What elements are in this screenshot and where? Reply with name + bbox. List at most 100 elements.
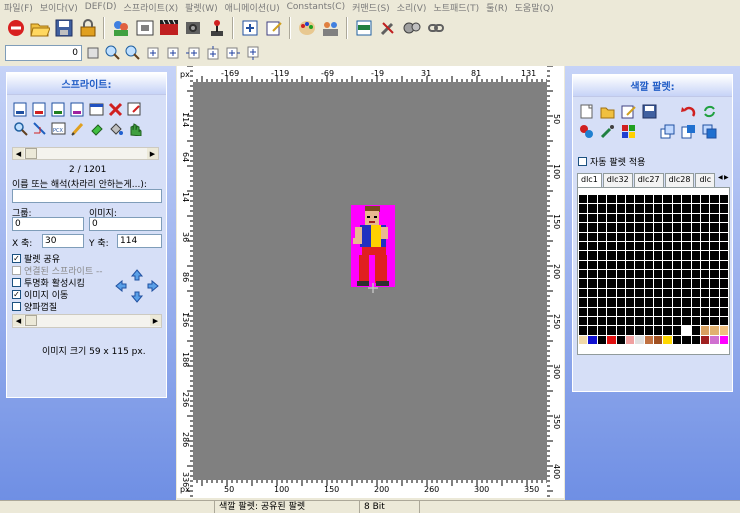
palette-swatch[interactable] <box>719 195 728 204</box>
plus-left-icon[interactable] <box>184 44 202 62</box>
palette-swatch[interactable] <box>607 204 616 213</box>
palette-swatch[interactable] <box>682 251 691 260</box>
palette-swatch[interactable] <box>616 260 625 269</box>
color-swatches-icon[interactable] <box>620 123 637 140</box>
palette-swatch[interactable] <box>691 195 700 204</box>
palette-swatch[interactable] <box>616 270 625 279</box>
plus-down-icon[interactable] <box>244 44 262 62</box>
palette-swatch[interactable] <box>710 260 719 269</box>
palette-swatch[interactable] <box>663 298 672 307</box>
palette-swatch[interactable] <box>597 251 607 260</box>
x-axis-input[interactable]: 30 <box>42 234 84 248</box>
palette-swatch[interactable] <box>597 326 607 335</box>
palette-swatch[interactable] <box>672 326 682 335</box>
palette-swatch[interactable] <box>635 204 644 213</box>
save-icon[interactable] <box>52 17 75 40</box>
palette-swatch[interactable] <box>654 204 663 213</box>
palette-tab[interactable]: dlc28 <box>664 173 695 187</box>
menu-item[interactable]: 보이다(V) <box>40 1 78 14</box>
palette-swatch[interactable] <box>691 213 700 223</box>
palette-swatch[interactable] <box>579 326 588 335</box>
palette-swatch[interactable] <box>682 307 691 316</box>
palette-swatch[interactable] <box>579 279 588 288</box>
palette-tab[interactable]: dlc32 <box>602 173 633 187</box>
palette-tab[interactable]: dlc <box>695 173 716 187</box>
import-sprite-icon[interactable] <box>50 101 67 118</box>
palette-tab[interactable]: dlc1 <box>577 173 602 188</box>
palette-swatch[interactable] <box>579 241 588 251</box>
palette-swatch[interactable] <box>663 316 672 326</box>
palette-swatch[interactable] <box>579 260 588 269</box>
palette-swatch[interactable] <box>597 195 607 204</box>
palette-swatch[interactable] <box>691 288 700 298</box>
scroll-left-icon[interactable]: ◀ <box>13 315 24 326</box>
palette-swatch[interactable] <box>700 307 710 316</box>
palette-swatch[interactable] <box>644 307 653 316</box>
palette-swatch[interactable] <box>691 279 700 288</box>
palette-swatch[interactable] <box>710 232 719 241</box>
menu-item[interactable]: 애니메이션(U) <box>225 1 280 14</box>
palette-swatch[interactable] <box>625 307 635 316</box>
palette-swatch[interactable] <box>663 241 672 251</box>
palette-swatch[interactable] <box>597 241 607 251</box>
palette-swatch[interactable] <box>700 335 710 344</box>
palette-swatch[interactable] <box>597 298 607 307</box>
palette-swatch[interactable] <box>625 232 635 241</box>
palette-swatch[interactable] <box>654 288 663 298</box>
palette-swatch[interactable] <box>672 307 682 316</box>
link-icon[interactable] <box>424 17 447 40</box>
palette-swatch[interactable] <box>616 326 625 335</box>
palette-swatch[interactable] <box>691 307 700 316</box>
palette-swatch[interactable] <box>682 232 691 241</box>
palette-swatch[interactable] <box>682 195 691 204</box>
hand-move-icon[interactable] <box>126 120 143 137</box>
palette-swatch[interactable] <box>663 195 672 204</box>
palette-swatch[interactable] <box>691 260 700 269</box>
palette-swatch[interactable] <box>625 326 635 335</box>
zoom-value-field[interactable]: 0 <box>5 45 82 61</box>
palette-swatch[interactable] <box>682 335 691 344</box>
palette-swatch[interactable] <box>616 335 625 344</box>
palette-swatch[interactable] <box>579 232 588 241</box>
palette-swatch[interactable] <box>635 307 644 316</box>
palette-swatch[interactable] <box>654 251 663 260</box>
sprite-export-image-icon[interactable] <box>126 101 143 118</box>
palette-swatch[interactable] <box>607 316 616 326</box>
palette-swatch[interactable] <box>616 251 625 260</box>
palette-swatch[interactable] <box>635 270 644 279</box>
palette-swatch[interactable] <box>616 195 625 204</box>
scroll-right-icon[interactable]: ▶ <box>150 315 161 326</box>
tools-icon[interactable] <box>376 17 399 40</box>
palette-swatch[interactable] <box>588 232 597 241</box>
palette-swatch[interactable] <box>579 251 588 260</box>
palette-swatch[interactable] <box>654 298 663 307</box>
palette-swatch[interactable] <box>663 326 672 335</box>
palette-swatch[interactable] <box>597 279 607 288</box>
export-sprite-icon[interactable] <box>69 101 86 118</box>
palette-swatch[interactable] <box>588 223 597 232</box>
palette-swatch[interactable] <box>597 307 607 316</box>
palette-swatch[interactable] <box>719 316 728 326</box>
palette-swatch[interactable] <box>635 241 644 251</box>
palette-swatch[interactable] <box>579 204 588 213</box>
palette-swatch[interactable] <box>635 335 644 344</box>
sprite-scrollbar[interactable]: ◀ ▶ <box>12 147 159 160</box>
palette-swatch[interactable] <box>644 204 653 213</box>
new-sprite-icon[interactable] <box>12 101 29 118</box>
eyedropper-icon[interactable] <box>599 123 616 140</box>
palette-swatch[interactable] <box>719 335 728 344</box>
palette-swatch[interactable] <box>700 223 710 232</box>
search-icon[interactable] <box>12 120 29 137</box>
palette-swatch[interactable] <box>607 326 616 335</box>
palette-swatch[interactable] <box>654 270 663 279</box>
palette-swatch[interactable] <box>700 279 710 288</box>
palette-swatch[interactable] <box>616 213 625 223</box>
palette-swatch[interactable] <box>579 213 588 223</box>
palette-swatch[interactable] <box>663 213 672 223</box>
move-arrows-icon[interactable] <box>113 269 161 303</box>
palette-swatch[interactable] <box>663 223 672 232</box>
palette-swatch[interactable] <box>644 260 653 269</box>
palette-swatch[interactable] <box>719 298 728 307</box>
palette-swatch[interactable] <box>597 260 607 269</box>
eraser-icon[interactable] <box>88 120 105 137</box>
